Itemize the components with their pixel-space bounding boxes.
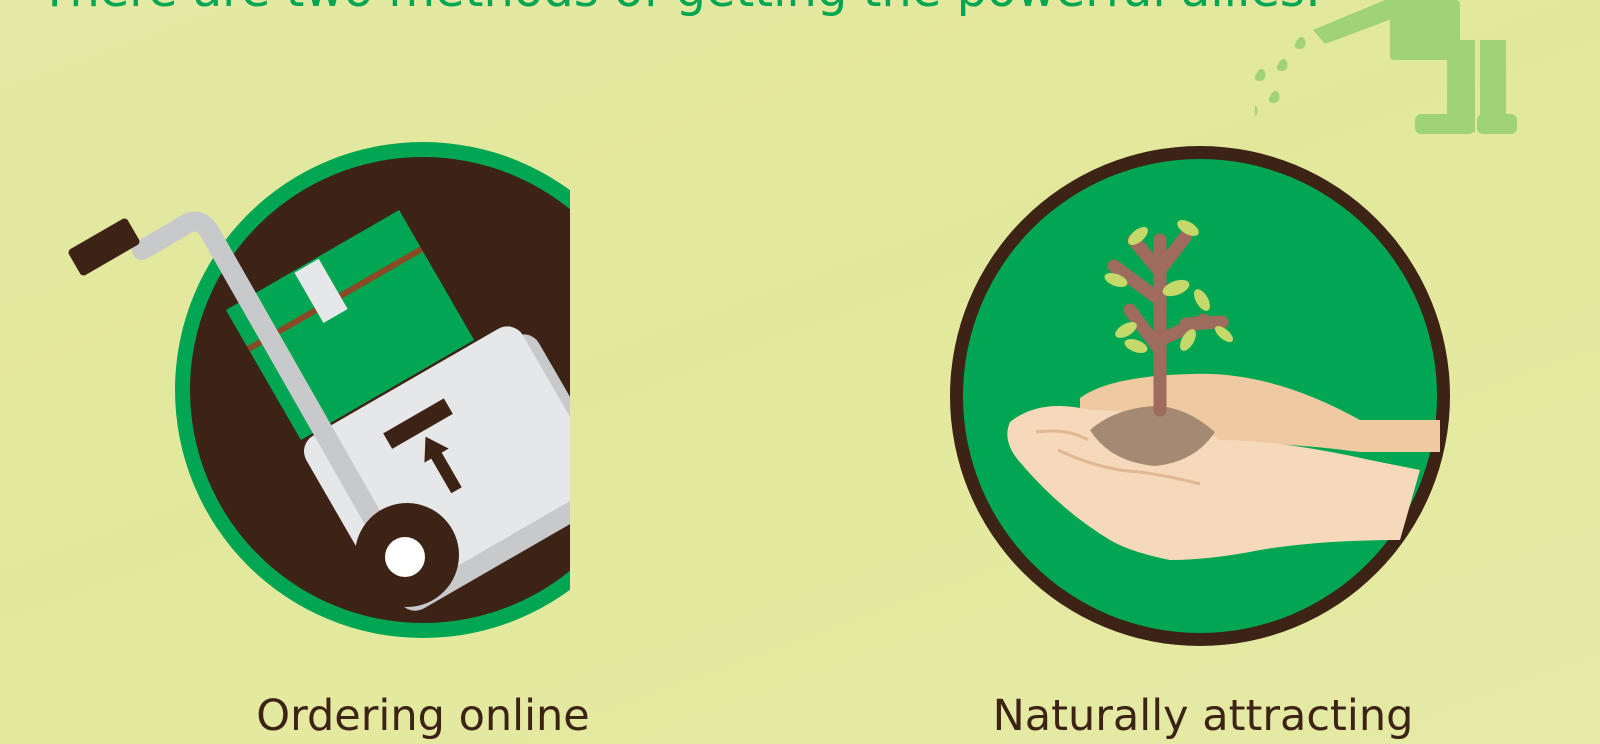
naturally-attracting-label: Naturally attracting [992,691,1414,741]
page-headline: There are two methods of getting the pow… [40,0,1321,18]
ordering-online-label: Ordering online [256,691,590,741]
hands-holding-sapling-icon [950,146,1450,646]
gardener-watering-icon [1255,0,1517,134]
hand-truck-with-boxes-icon [68,142,570,638]
